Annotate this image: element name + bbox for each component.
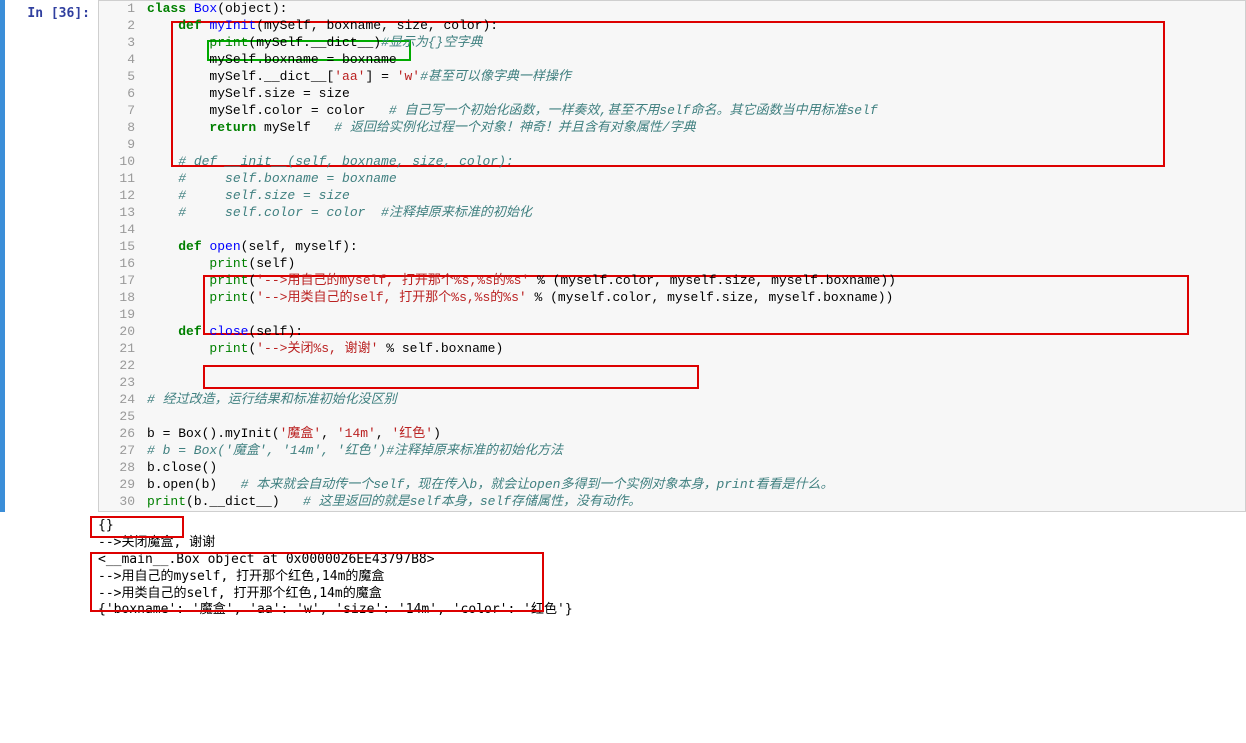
output-line: -->用类自己的self, 打开那个红色,14m的魔盒 <box>98 586 1246 603</box>
input-prompt: In [36]: <box>5 0 98 512</box>
output-line: {} <box>98 518 1246 535</box>
output-line: -->关闭魔盒, 谢谢 <box>98 535 1246 552</box>
input-cell: In [36]: 1class Box(object): 2 def myIni… <box>0 0 1246 512</box>
output-area: {} -->关闭魔盒, 谢谢 <__main__.Box object at 0… <box>90 512 1246 629</box>
output-line: <__main__.Box object at 0x0000026EE43797… <box>98 552 1246 569</box>
code-editor[interactable]: 1class Box(object): 2 def myInit(mySelf,… <box>98 0 1246 512</box>
output-line: -->用自己的myself, 打开那个红色,14m的魔盒 <box>98 569 1246 586</box>
kw-class: class <box>147 1 194 16</box>
output-line: {'boxname': '魔盒', 'aa': 'w', 'size': '14… <box>98 602 1246 619</box>
classname: Box <box>194 1 217 16</box>
